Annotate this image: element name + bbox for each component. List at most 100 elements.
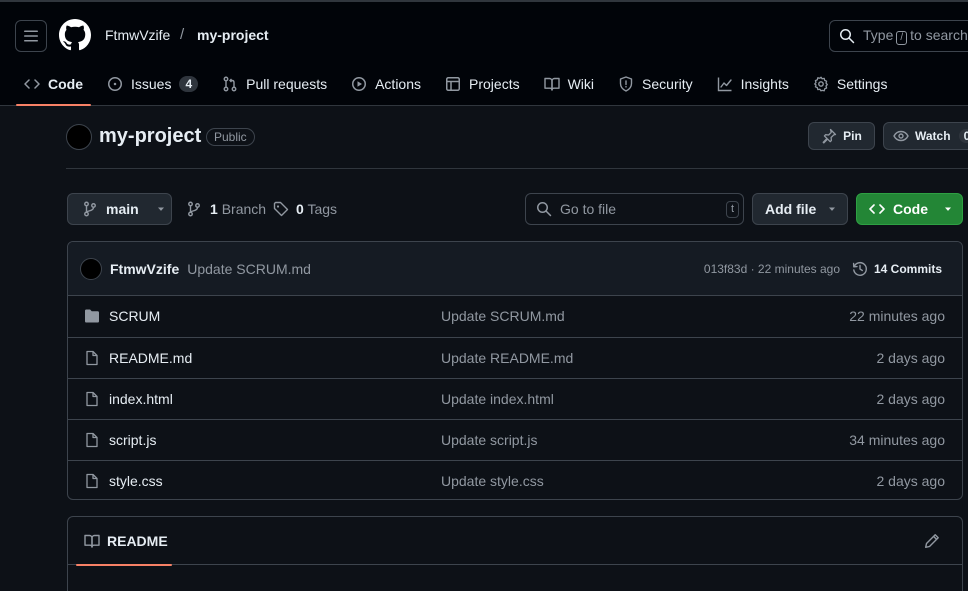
- visibility-badge: Public: [206, 128, 255, 146]
- git-pull-request-icon: [223, 76, 237, 92]
- book-icon: [543, 77, 560, 91]
- pin-button[interactable]: Pin: [808, 122, 875, 150]
- file-name[interactable]: script.js: [109, 432, 156, 448]
- repo-title[interactable]: my-project: [99, 125, 201, 148]
- shield-icon: [619, 76, 633, 92]
- table-row[interactable]: index.html Update index.html 2 days ago: [68, 378, 962, 419]
- file-updated-time: 2 days ago: [876, 473, 946, 489]
- menu-button[interactable]: [15, 20, 47, 52]
- chevron-down-icon: [157, 207, 164, 211]
- breadcrumb-separator: /: [180, 26, 185, 43]
- tab-label: Insights: [740, 76, 789, 92]
- avatar[interactable]: [80, 257, 102, 280]
- file-list: SCRUM Update SCRUM.md 22 minutes ago REA…: [68, 296, 962, 499]
- code-button[interactable]: Code: [856, 193, 963, 225]
- tab-settings[interactable]: Settings: [805, 64, 896, 104]
- file-commit-message[interactable]: Update index.html: [441, 391, 554, 407]
- tab-security[interactable]: Security: [610, 64, 701, 104]
- chevron-down-icon: [945, 207, 951, 211]
- search-icon: [840, 29, 855, 44]
- global-search[interactable]: Type / to search: [829, 20, 968, 52]
- tab-label: Issues: [131, 76, 172, 92]
- git-branch-icon: [84, 201, 96, 217]
- tab-label: Actions: [375, 76, 422, 92]
- add-file-label: Add file: [765, 201, 817, 217]
- tab-actions[interactable]: Actions: [343, 64, 429, 104]
- tab-wiki[interactable]: Wiki: [536, 64, 602, 104]
- breadcrumb-owner[interactable]: FtmwVzife: [105, 27, 170, 43]
- graph-icon: [717, 77, 732, 92]
- tab-label: Security: [642, 76, 693, 92]
- owner-avatar[interactable]: [66, 124, 92, 150]
- tab-pull-requests[interactable]: Pull requests: [214, 64, 335, 104]
- branch-count: 1: [210, 201, 218, 217]
- branches-link[interactable]: 1 Branch: [186, 201, 266, 217]
- eye-icon: [893, 130, 909, 142]
- go-to-file-shortcut: t: [725, 201, 739, 218]
- issue-opened-icon: [108, 77, 122, 91]
- table-row[interactable]: README.md Update README.md 2 days ago: [68, 337, 962, 378]
- github-logo-icon[interactable]: [59, 19, 91, 51]
- commit-message[interactable]: Update SCRUM.md: [187, 261, 311, 277]
- commits-link[interactable]: 14 Commits: [852, 261, 942, 277]
- readme-tab-label: README: [107, 533, 168, 549]
- table-row[interactable]: style.css Update style.css 2 days ago: [68, 460, 962, 499]
- pin-label: Pin: [843, 129, 862, 143]
- tab-label: Code: [48, 76, 83, 92]
- table-row[interactable]: script.js Update script.js 34 minutes ag…: [68, 419, 962, 460]
- search-placeholder: Type / to search: [863, 27, 968, 45]
- branch-count-label: Branch: [221, 201, 267, 217]
- gear-icon: [813, 76, 828, 92]
- file-commit-message[interactable]: Update script.js: [441, 432, 537, 448]
- readme-tab[interactable]: README: [76, 517, 172, 566]
- file-updated-time: 22 minutes ago: [849, 308, 945, 324]
- folder-icon: [85, 309, 99, 323]
- tab-code[interactable]: Code: [16, 64, 91, 106]
- tab-projects[interactable]: Projects: [437, 64, 528, 104]
- file-commit-message[interactable]: Update style.css: [441, 473, 544, 489]
- file-name[interactable]: SCRUM: [109, 308, 160, 324]
- go-to-file-input[interactable]: [560, 201, 720, 217]
- tab-insights[interactable]: Insights: [709, 64, 797, 104]
- watch-count: 0: [958, 129, 968, 143]
- global-header: FtmwVzife / my-project Type / to search Co…: [0, 0, 968, 106]
- commit-meta[interactable]: 013f83d · 22 minutes ago: [704, 262, 840, 276]
- add-file-button[interactable]: Add file: [752, 193, 848, 225]
- hamburger-icon: [24, 30, 38, 42]
- branch-selector[interactable]: main: [67, 193, 172, 225]
- file-updated-time: 2 days ago: [876, 391, 946, 407]
- search-icon: [537, 202, 552, 217]
- repo-nav-tabs: Code Issues 4 Pull requests Actions Proj…: [16, 64, 903, 108]
- play-icon: [352, 77, 367, 91]
- tab-issues[interactable]: Issues 4: [99, 64, 206, 104]
- tab-label: Pull requests: [246, 76, 328, 92]
- commits-count: 14 Commits: [873, 262, 942, 276]
- edit-readme-button[interactable]: [924, 533, 940, 549]
- go-to-file[interactable]: t: [525, 193, 744, 225]
- breadcrumb-repo[interactable]: my-project: [197, 27, 269, 43]
- chevron-down-icon: [829, 207, 836, 211]
- file-updated-time: 2 days ago: [876, 350, 946, 366]
- book-icon: [84, 534, 100, 548]
- file-name[interactable]: index.html: [109, 391, 173, 407]
- commit-author[interactable]: FtmwVzife: [110, 261, 179, 277]
- file-commit-message[interactable]: Update README.md: [441, 350, 573, 366]
- tab-label: Wiki: [567, 76, 595, 92]
- code-icon: [869, 204, 885, 214]
- search-shortcut-key: /: [896, 31, 908, 45]
- tab-label: Settings: [836, 76, 888, 92]
- file-updated-time: 34 minutes ago: [849, 432, 945, 448]
- code-icon: [24, 79, 40, 89]
- file-commit-message[interactable]: Update SCRUM.md: [441, 308, 565, 324]
- file-icon: [86, 473, 98, 489]
- file-table: FtmwVzife Update SCRUM.md 013f83d · 22 m…: [67, 241, 963, 500]
- table-row[interactable]: SCRUM Update SCRUM.md 22 minutes ago: [68, 296, 962, 337]
- tag-count-label: Tags: [307, 201, 338, 217]
- readme-header: README: [68, 517, 962, 566]
- tags-link[interactable]: 0 Tags: [273, 201, 337, 217]
- watch-button[interactable]: Watch 0: [883, 122, 968, 150]
- file-name[interactable]: README.md: [109, 350, 192, 366]
- file-name[interactable]: style.css: [109, 473, 163, 489]
- file-icon: [86, 432, 98, 448]
- code-button-label: Code: [893, 201, 928, 217]
